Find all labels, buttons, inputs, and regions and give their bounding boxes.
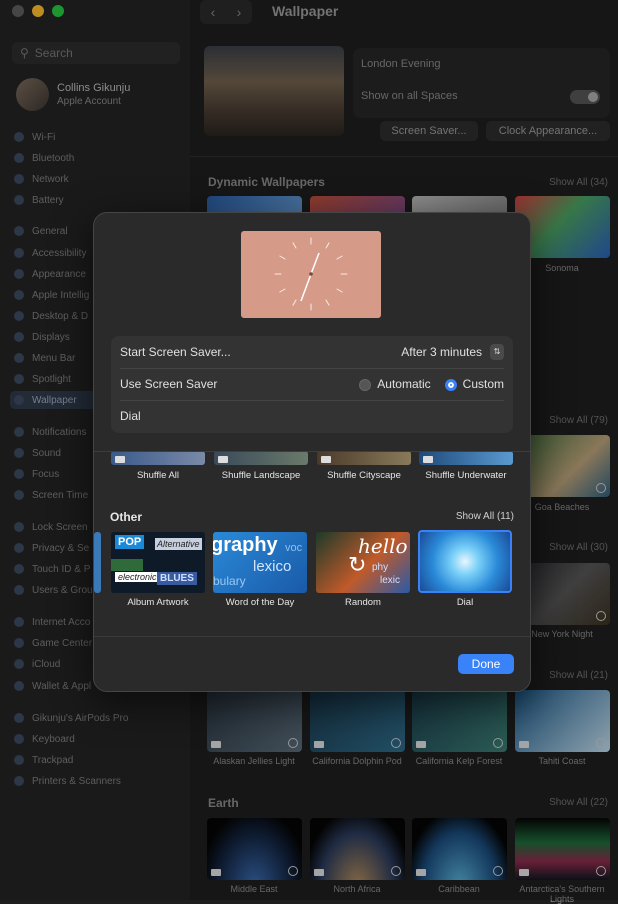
partial-thumb — [94, 532, 101, 593]
shuffle-underwater-thumb[interactable] — [419, 451, 513, 465]
caption-dial: Dial — [456, 597, 474, 608]
word-text-4: bulary — [213, 574, 246, 588]
automatic-radio[interactable]: Automatic — [359, 377, 431, 391]
word-text-1: graphy — [213, 534, 278, 556]
caption-shuffle-underwater: Shuffle Underwater — [425, 470, 507, 481]
word-of-the-day-thumb[interactable]: graphy voc lexico bulary — [213, 532, 307, 593]
done-button[interactable]: Done — [458, 654, 514, 674]
caption-shuffle-all: Shuffle All — [136, 470, 180, 481]
album-artwork-thumb[interactable]: POP Alternative electronic BLUES — [111, 532, 205, 593]
caption-random: Random — [345, 597, 381, 608]
selected-saver-name: Dial — [120, 409, 141, 423]
random-text-3: lexic — [380, 575, 401, 586]
album-word-pop: POP — [115, 535, 145, 549]
word-text-2: voc — [285, 542, 303, 554]
start-screen-saver-row: Start Screen Saver... After 3 minutes ⇅ — [120, 336, 504, 368]
screen-saver-settings: Start Screen Saver... After 3 minutes ⇅ … — [111, 336, 513, 433]
use-screen-saver-label: Use Screen Saver — [120, 377, 218, 391]
word-text-3: lexico — [253, 558, 292, 575]
chevron-up-down-icon: ⇅ — [490, 344, 504, 360]
shuffle-landscape-thumb[interactable] — [214, 451, 308, 465]
album-word-electronic: electronic — [115, 572, 160, 582]
album-tile — [111, 559, 143, 571]
caption-shuffle-landscape: Shuffle Landscape — [221, 470, 301, 481]
start-screen-saver-value: After 3 minutes — [401, 345, 482, 359]
screen-saver-preview — [241, 231, 381, 318]
start-screen-saver-popup[interactable]: After 3 minutes ⇅ — [401, 344, 504, 360]
divider — [94, 451, 530, 452]
caption-shuffle-cityscape: Shuffle Cityscape — [327, 470, 401, 481]
album-word-blues: BLUES — [157, 572, 197, 585]
radio-off-icon — [359, 378, 372, 391]
album-word-alternative: Alternative — [155, 538, 202, 550]
custom-radio[interactable]: Custom — [444, 377, 504, 391]
shuffle-icon: ↻ — [348, 552, 367, 577]
random-text-2: phy — [372, 562, 389, 573]
custom-label: Custom — [462, 377, 504, 391]
start-screen-saver-label: Start Screen Saver... — [120, 345, 231, 359]
screen-saver-sheet: Start Screen Saver... After 3 minutes ⇅ … — [93, 212, 531, 692]
random-thumb[interactable]: hello phy lexic ↻ — [316, 532, 410, 593]
section-title-other: Other — [110, 510, 143, 524]
selected-saver-row: Dial — [120, 400, 504, 432]
automatic-label: Automatic — [377, 377, 431, 391]
show-all-other[interactable]: Show All (11) — [456, 511, 514, 522]
dial-clock-icon — [274, 237, 348, 311]
caption-word-of-the-day: Word of the Day — [225, 597, 295, 608]
caption-album-artwork: Album Artwork — [127, 597, 189, 608]
shuffle-cityscape-thumb[interactable] — [317, 451, 411, 465]
use-screen-saver-row: Use Screen Saver Automatic Custom — [120, 368, 504, 400]
shuffle-all-thumb[interactable] — [111, 451, 205, 465]
dial-thumb-selected[interactable] — [418, 530, 512, 593]
divider — [94, 636, 530, 637]
radio-on-icon — [444, 378, 457, 391]
